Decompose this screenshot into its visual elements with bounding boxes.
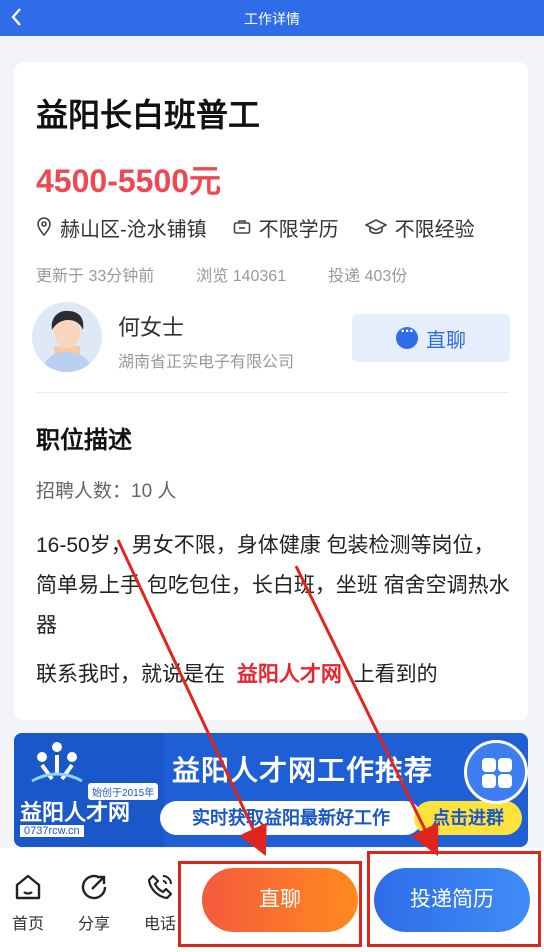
location-tag: 赫山区-沧水铺镇 bbox=[36, 213, 207, 242]
highlight-box-apply bbox=[367, 851, 541, 947]
divider bbox=[36, 392, 510, 393]
banner-logo-text: 益阳人才网 bbox=[20, 800, 131, 825]
phone-icon bbox=[147, 874, 173, 900]
salary: 4500-5500元 bbox=[36, 163, 222, 199]
job-title: 益阳长白班普工 bbox=[36, 97, 261, 133]
nav-phone-label: 电话 bbox=[143, 916, 176, 933]
education-tag: 不限学历 bbox=[233, 213, 339, 242]
experience-tag: 不限经验 bbox=[364, 213, 475, 242]
recruiter-avatar bbox=[32, 302, 102, 372]
job-description: 16-50岁，男女不限，身体健康 包装检测等岗位，简单易上手 包吃包住，长白班，… bbox=[36, 534, 510, 637]
grid-icon bbox=[498, 758, 512, 772]
location-text: 赫山区-沧水铺镇 bbox=[60, 218, 207, 241]
job-tags: 赫山区-沧水铺镇 不限学历 不限经验 bbox=[36, 213, 501, 242]
floating-menu-button[interactable] bbox=[464, 740, 528, 804]
job-detail-card: 益阳长白班普工 4500-5500元 赫山区-沧水铺镇 不限学历 不限经验 更新… bbox=[14, 62, 528, 720]
contact-note: 联系我时，就说是在 益阳人才网 上看到的 bbox=[36, 658, 438, 688]
contact-prefix: 联系我时，就说是在 bbox=[36, 663, 225, 686]
nav-home[interactable]: 首页 bbox=[8, 872, 48, 934]
home-icon bbox=[15, 874, 41, 900]
banner-logo-area: 始创于2015年 益阳人才网 0737rcw.cn bbox=[14, 733, 164, 847]
contact-brand: 益阳人才网 bbox=[236, 663, 342, 686]
briefcase-icon bbox=[233, 220, 250, 234]
updated-time: 更新于 33分钟前 bbox=[36, 268, 155, 285]
company-name[interactable]: 湖南省正实电子有限公司 bbox=[118, 348, 294, 372]
grid-icon bbox=[482, 774, 496, 788]
nav-share[interactable]: 分享 bbox=[74, 872, 114, 934]
graduation-cap-icon bbox=[364, 219, 387, 235]
direct-chat-label: 直聊 bbox=[426, 329, 466, 352]
banner-headline: 益阳人才网工作推荐 bbox=[172, 755, 434, 786]
page-title: 工作详情 bbox=[244, 11, 300, 27]
nav-phone[interactable]: 电话 bbox=[140, 872, 180, 934]
recruiter-name: 何女士 bbox=[118, 315, 185, 340]
logo-figures-icon bbox=[31, 742, 83, 783]
section-title: 职位描述 bbox=[36, 427, 132, 454]
experience-text: 不限经验 bbox=[394, 218, 475, 241]
nav-share-label: 分享 bbox=[77, 916, 110, 933]
location-pin-icon bbox=[37, 217, 51, 237]
top-bar: 工作详情 bbox=[0, 0, 544, 36]
job-stats: 更新于 33分钟前 浏览 140361 投递 403份 bbox=[36, 262, 449, 286]
headcount: 招聘人数：10 人 bbox=[36, 481, 177, 502]
contact-suffix: 上看到的 bbox=[353, 663, 438, 686]
nav-home-label: 首页 bbox=[11, 916, 44, 933]
share-icon bbox=[81, 874, 107, 900]
application-count: 投递 403份 bbox=[328, 268, 408, 285]
chat-bubble-icon bbox=[396, 323, 418, 349]
grid-icon bbox=[498, 774, 512, 788]
grid-icon bbox=[482, 758, 496, 772]
banner-subtitle: 实时获取益阳最新好工作 bbox=[160, 801, 422, 835]
view-count: 浏览 140361 bbox=[196, 268, 287, 285]
banner-domain: 0737rcw.cn bbox=[20, 825, 84, 837]
direct-chat-button[interactable]: 直聊 bbox=[352, 314, 510, 362]
education-text: 不限学历 bbox=[258, 218, 339, 241]
highlight-box-chat bbox=[178, 861, 362, 947]
promo-banner[interactable]: 始创于2015年 益阳人才网 0737rcw.cn 益阳人才网工作推荐 实时获取… bbox=[14, 733, 528, 847]
banner-join-group[interactable]: 点击进群 bbox=[414, 801, 522, 835]
